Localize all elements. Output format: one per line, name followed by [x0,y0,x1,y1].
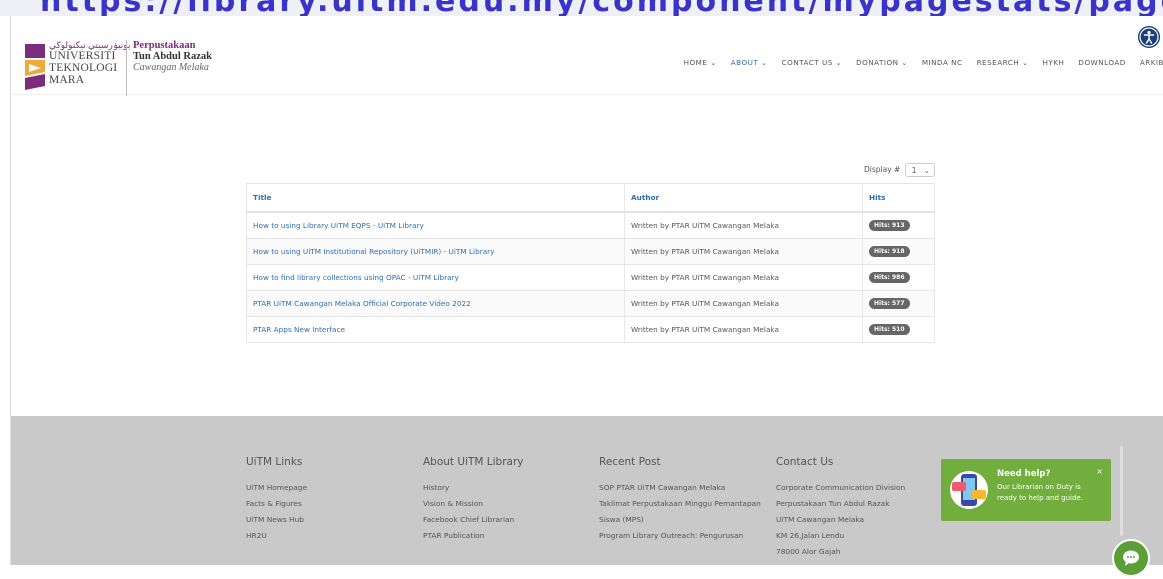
nav-about[interactable]: ABOUT ⌄ [731,58,768,67]
nav-hykh[interactable]: HYKH [1042,58,1064,67]
footer-contact-us: Contact Us Corporate Communication Divis… [776,454,905,560]
nav-download[interactable]: DOWNLOAD [1078,58,1125,67]
logo-jawi: يونيۏرسيتي تيكنولوڬي مارا [49,40,131,50]
page-frame: يونيۏرسيتي تيكنولوڬي مارا UNIVERSITI TEK… [10,16,1163,577]
library-name[interactable]: Perpustakaan Tun Abdul Razak Cawangan Me… [133,40,212,73]
hits-cell: Hits: 510 [862,316,935,343]
display-label: Display # [864,165,901,174]
close-icon[interactable]: × [1096,467,1103,476]
article-title-link[interactable]: How to using UiTM Institutional Reposito… [246,238,625,265]
hits-cell: Hits: 986 [862,264,935,291]
table-row: How to using Library UiTM EQPS - UiTM Li… [246,212,935,239]
logo-line-3: MARA [49,74,85,86]
footer-heading: Recent Post [599,456,661,468]
article-author: Written by PTAR UiTM Cawangan Melaka [624,212,863,239]
column-author[interactable]: Author [624,183,863,213]
footer-link[interactable]: History [423,480,524,496]
nav-donation[interactable]: DONATION ⌄ [856,58,908,67]
footer-link[interactable]: UiTM News Hub [246,512,307,528]
table-row: How to using UiTM Institutional Reposito… [246,238,935,265]
article-title-link[interactable]: How to find library collections using OP… [246,264,625,291]
footer-uitm-links: UiTM Links UiTM Homepage Facts & Figures… [246,454,307,544]
footer-link[interactable]: Vision & Mission [423,496,524,512]
need-help-popup[interactable]: Need help? Our Librarian on Duty is read… [941,459,1111,521]
table-row: How to find library collections using OP… [246,264,935,291]
uitm-logo[interactable] [25,42,45,92]
footer-recent-post: Recent Post SOP PTAR UiTM Cawangan Melak… [599,454,761,544]
recent-post-link[interactable]: Siswa (MPS) [599,512,761,528]
article-title-link[interactable]: PTAR Apps New Interface [246,316,625,343]
site-header: يونيۏرسيتي تيكنولوڬي مارا UNIVERSITI TEK… [11,16,1163,96]
footer-link[interactable]: UiTM Homepage [246,480,307,496]
chat-icon [1123,550,1139,566]
article-author: Written by PTAR UiTM Cawangan Melaka [624,316,863,343]
help-title: Need help? [997,469,1051,479]
chat-button[interactable] [1112,539,1150,577]
table-row: PTAR Apps New Interface Written by PTAR … [246,316,935,343]
logo-line-2: TEKNOLOGI [49,62,118,74]
contact-line: Perpustakaan Tun Abdul Razak [776,499,890,508]
hits-cell: Hits: 918 [862,238,935,265]
footer-heading: UiTM Links [246,456,303,468]
hits-badge: Hits: 918 [869,246,910,257]
footer-scrollbar[interactable] [1120,446,1123,536]
nav-home[interactable]: HOME ⌄ [684,58,717,67]
footer-link[interactable]: HR2U [246,528,307,544]
librarian-help-icon [950,471,988,509]
help-text: Our Librarian on Duty is ready to help a… [997,483,1083,502]
library-name-line-2: Tun Abdul Razak [133,51,212,62]
table-header-row: Title Author Hits [246,183,935,213]
nav-research[interactable]: RESEARCH ⌄ [977,58,1029,67]
recent-post-link[interactable]: Program Library Outreach: Pengurusan [599,528,761,544]
footer-heading: Contact Us [776,456,834,468]
uitm-wordmark: يونيۏرسيتي تيكنولوڬي مارا UNIVERSITI TEK… [49,40,131,86]
nav-arkib[interactable]: ARKIB [1140,58,1163,67]
contact-line: Corporate Communication Division [776,483,906,492]
hits-badge: Hits: 510 [869,324,910,335]
article-author: Written by PTAR UiTM Cawangan Melaka [624,290,863,317]
display-value: 1 [911,166,917,175]
recent-post-link[interactable]: SOP PTAR UiTM Cawangan Melaka [599,480,761,496]
nav-minda-nc[interactable]: MINDA NC [922,58,963,67]
footer-heading: About UiTM Library [423,456,524,468]
article-title-link[interactable]: PTAR UiTM Cawangan Melaka Official Corpo… [246,290,625,317]
footer-about-library: About UiTM Library History Vision & Miss… [423,454,524,544]
table-row: PTAR UiTM Cawangan Melaka Official Corpo… [246,290,935,317]
contact-line: KM 26,Jalan Lendu [776,531,845,540]
article-title-link[interactable]: How to using Library UiTM EQPS - UiTM Li… [246,212,625,239]
footer-link[interactable]: Facts & Figures [246,496,307,512]
banner-url-text: https://library.uitm.edu.my/component/my… [40,0,1163,16]
chevron-down-icon: ⌄ [923,167,930,175]
hits-cell: Hits: 577 [862,290,935,317]
display-count-control: Display # 1 ⌄ [864,163,935,177]
recent-post-link[interactable]: Taklimat Perpustakaan Minggu Pemantapan [599,496,761,512]
footer-link[interactable]: PTAR Publication [423,528,524,544]
logo-divider [126,40,127,96]
url-banner: https://library.uitm.edu.my/component/my… [0,0,1163,16]
column-hits[interactable]: Hits [862,183,935,213]
display-select[interactable]: 1 ⌄ [904,163,935,177]
nav-contact-us[interactable]: CONTACT US ⌄ [782,58,843,67]
hits-cell: Hits: 913 [862,212,935,239]
main-nav: HOME ⌄ ABOUT ⌄ CONTACT US ⌄ DONATION ⌄ M… [670,58,1163,67]
library-name-line-1: Perpustakaan [133,40,196,51]
accessibility-icon[interactable] [1138,26,1160,48]
contact-line: 78000 Alor Gajah [776,547,841,556]
article-author: Written by PTAR UiTM Cawangan Melaka [624,264,863,291]
library-name-line-3: Cawangan Melaka [133,62,209,73]
contact-line: UiTM Cawangan Melaka [776,515,865,524]
hits-badge: Hits: 913 [869,220,910,231]
articles-table: Title Author Hits How to using Library U… [246,183,935,343]
logo-line-1: UNIVERSITI [49,50,116,62]
hits-badge: Hits: 986 [869,272,910,283]
column-title[interactable]: Title [246,183,625,213]
article-author: Written by PTAR UiTM Cawangan Melaka [624,238,863,265]
hits-badge: Hits: 577 [869,298,910,309]
footer-link[interactable]: Facebook Chief Librarian [423,512,524,528]
